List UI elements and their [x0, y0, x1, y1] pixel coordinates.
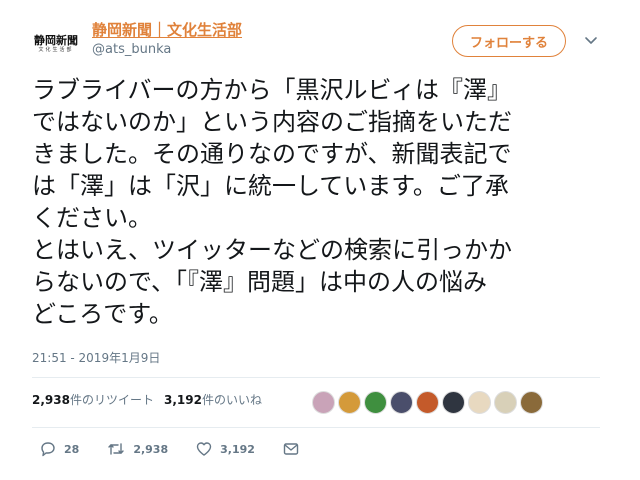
liker-avatar[interactable] [468, 391, 491, 414]
liker-avatar[interactable] [390, 391, 413, 414]
liker-avatars [312, 391, 546, 414]
like-stat[interactable]: 3,192件のいいね [164, 391, 262, 408]
like-stat-label: 件のいいね [201, 393, 262, 407]
like-count: 3,192 [220, 442, 255, 456]
liker-avatar[interactable] [416, 391, 439, 414]
liker-avatar[interactable] [312, 391, 335, 414]
retweet-icon [108, 443, 125, 455]
divider [32, 427, 600, 428]
like-stat-count: 3,192 [163, 393, 202, 407]
retweet-stat-count: 2,938 [32, 393, 70, 407]
tweet-card: 静岡新聞 文化生活部 静岡新聞｜文化生活部 @ats_bunka フォローする … [0, 0, 640, 480]
reply-count: 28 [64, 442, 80, 456]
retweet-stat-label: 件のリツイート [69, 393, 154, 407]
reply-icon [41, 442, 55, 457]
liker-avatar[interactable] [364, 391, 387, 414]
avatar[interactable]: 静岡新聞 文化生活部 [32, 20, 80, 68]
tweet-text: ラブライバーの方から「黒沢ルビィは『澤』 ではないのか」という内容のご指摘をいた… [32, 76, 512, 328]
retweet-count: 2,938 [133, 442, 169, 456]
action-bar: 28 2,938 3,192 [40, 441, 335, 457]
chevron-down-icon[interactable] [583, 32, 599, 48]
liker-avatar[interactable] [442, 391, 465, 414]
account-handle[interactable]: @ats_bunka [92, 42, 171, 57]
reply-button[interactable]: 28 [40, 441, 79, 457]
follow-button[interactable]: フォローする [452, 25, 566, 57]
heart-icon [196, 442, 212, 456]
liker-avatar[interactable] [338, 391, 361, 414]
retweet-stat[interactable]: 2,938件のリツイート [32, 391, 154, 408]
tweet-timestamp[interactable]: 21:51 - 2019年1月9日 [32, 349, 160, 366]
engagement-stats: 2,938件のリツイート 3,192件のいいね [32, 391, 272, 408]
envelope-icon [283, 443, 299, 455]
like-button[interactable]: 3,192 [196, 441, 255, 457]
retweet-button[interactable]: 2,938 [107, 441, 168, 457]
divider [32, 377, 600, 378]
avatar-logo: 静岡新聞 [34, 34, 78, 47]
liker-avatar[interactable] [494, 391, 517, 414]
direct-message-button[interactable] [283, 441, 307, 457]
liker-avatar[interactable] [520, 391, 543, 414]
avatar-sub: 文化生活部 [38, 47, 74, 53]
display-name[interactable]: 静岡新聞｜文化生活部 [92, 19, 242, 40]
